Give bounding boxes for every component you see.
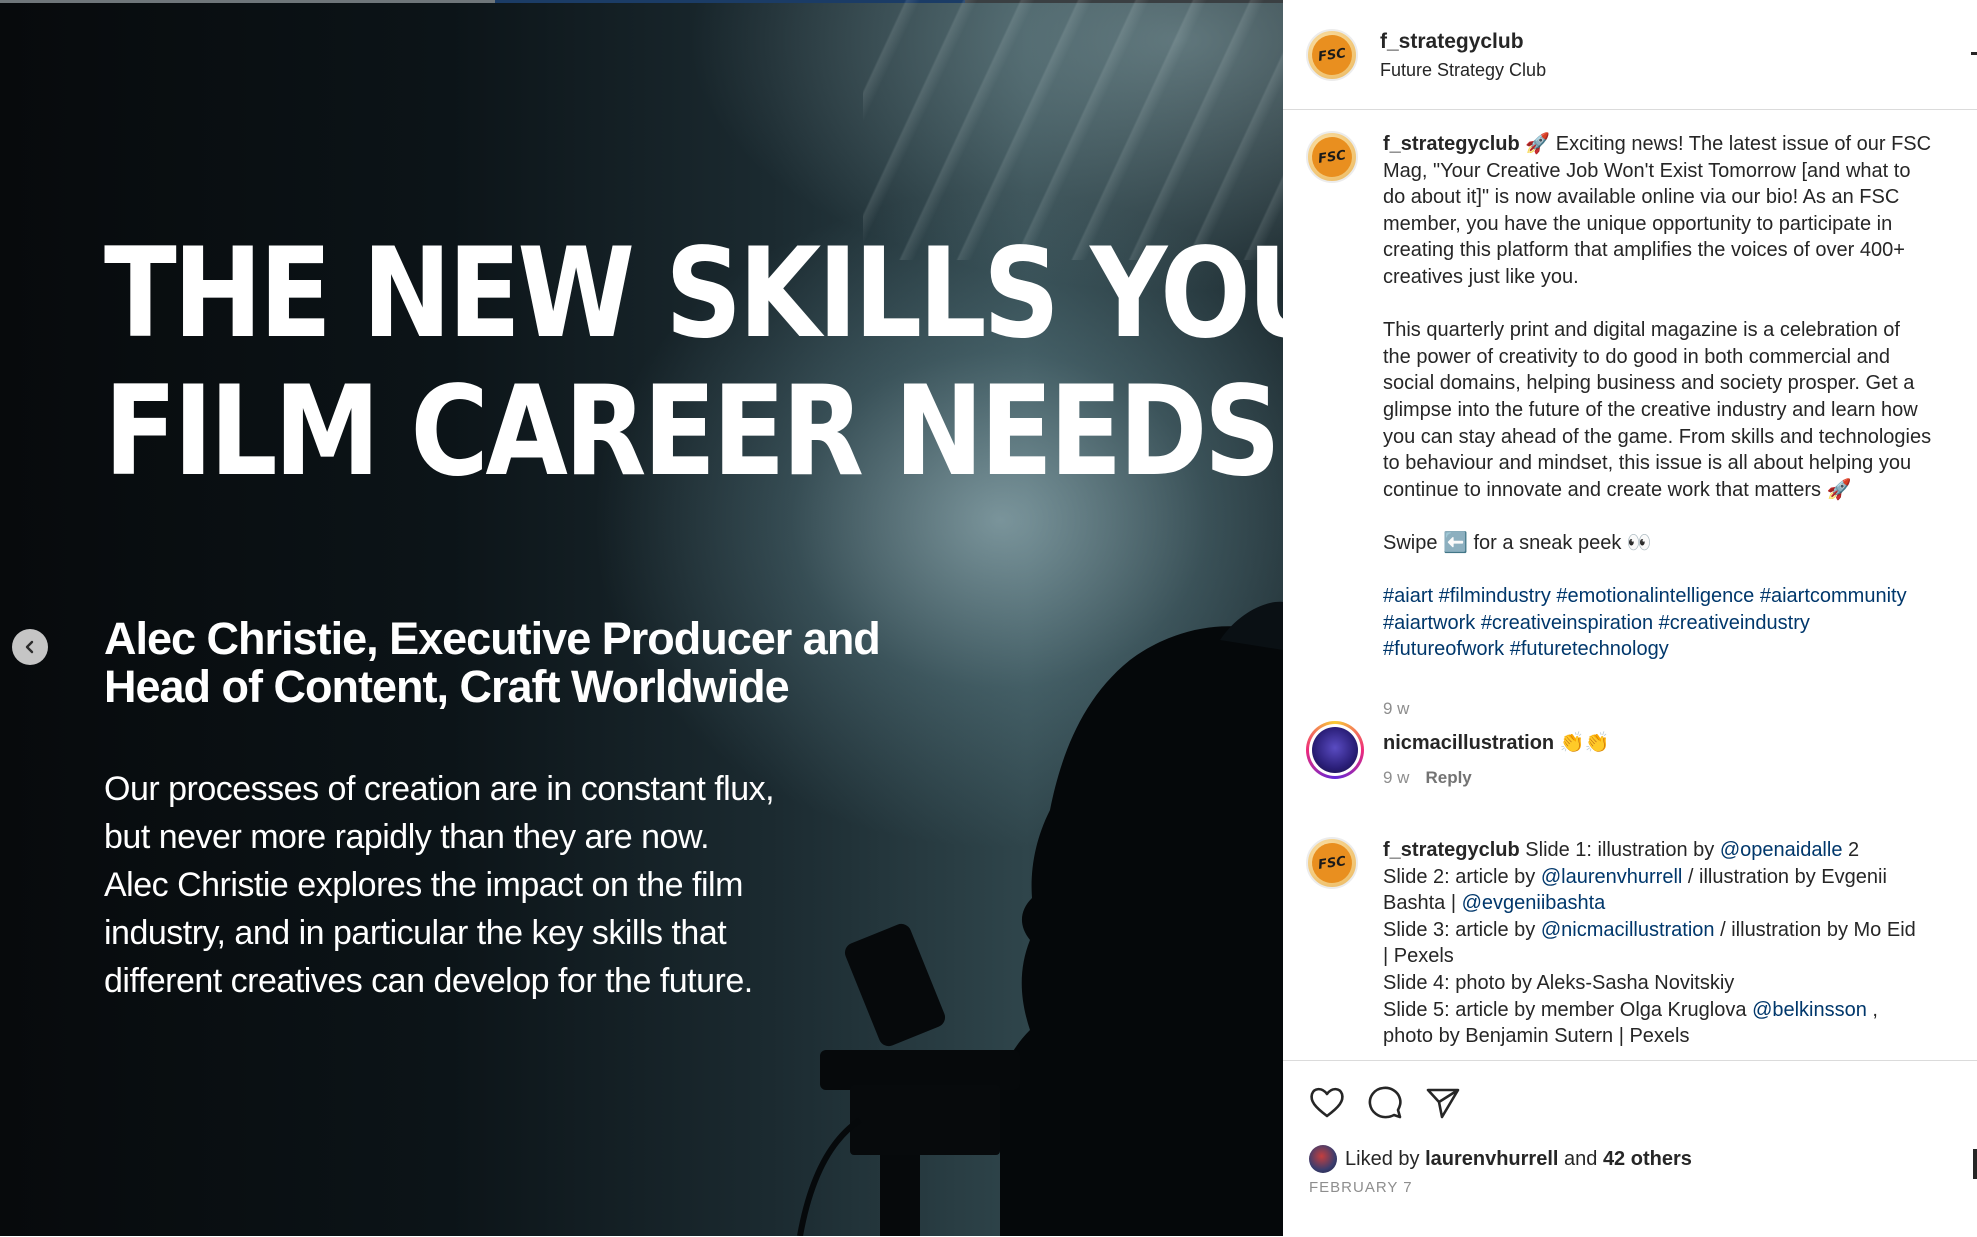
filmmaker-silhouette [797, 601, 1283, 1236]
comment-username[interactable]: f_strategyclub [1383, 839, 1520, 861]
avatar[interactable]: FSC [1306, 29, 1358, 81]
caption-username[interactable]: f_strategyclub [1383, 133, 1520, 155]
avatar-logo-text: FSC [1309, 840, 1355, 886]
caption-line: to behaviour and mindset, this issue is … [1383, 452, 1912, 475]
avatar[interactable] [1309, 1145, 1337, 1173]
mention-link[interactable]: @nicmacillustration [1541, 919, 1715, 941]
actions-bar: Liked by laurenvhurrell and 42 others FE… [1283, 1060, 1977, 1237]
header-subtitle: Future Strategy Club [1380, 60, 1547, 80]
avatar[interactable]: FSC [1306, 837, 1358, 889]
caption-line: 🚀 Exciting news! The latest issue of our… [1525, 133, 1932, 155]
likes-others-link[interactable]: 42 others [1603, 1148, 1692, 1171]
mention-link[interactable]: @belkinsson [1752, 999, 1867, 1021]
more-options-icon[interactable] [1971, 52, 1977, 55]
comment-text-part: , [1866, 998, 1878, 1021]
comment-text-part: Slide 2: article by [1383, 865, 1541, 888]
comment-text-part: / illustration by Evgenii [1682, 865, 1887, 888]
light-beams [863, 0, 1283, 260]
caption-line: social domains, helping business and soc… [1383, 372, 1915, 395]
hashtag-line[interactable]: #aiartwork #creativeinspiration #creativ… [1383, 610, 1973, 637]
post-header: FSC f_strategyclub Future Strategy Club [1283, 0, 1977, 110]
comment-text-part: Slide 5: article by member Olga Kruglova [1383, 998, 1753, 1021]
caption-line: continue to innovate and create work tha… [1383, 478, 1852, 501]
avatar[interactable]: FSC [1306, 131, 1358, 183]
avatar[interactable] [1306, 721, 1364, 779]
avatar-image [1312, 727, 1358, 773]
comment-text-part: Slide 4: photo by Aleks-Sasha Novitskiy [1383, 971, 1735, 994]
comment-text: f_strategyclub Slide 1: illustration by … [1383, 837, 1973, 1050]
caption-line: do about it]" is now available online vi… [1383, 186, 1900, 209]
caption-line: creatives just like you. [1383, 265, 1579, 288]
comment-text-part: Slide 1: illustration by [1525, 839, 1720, 861]
comment-username[interactable]: nicmacillustration [1383, 732, 1554, 754]
scroll-fade [1383, 1048, 1943, 1058]
caption-line: the power of creativity to do good in bo… [1383, 345, 1890, 368]
caption-line: you can stay ahead of the game. From ski… [1383, 425, 1932, 448]
headline-line: FILM CAREER NEEDS [104, 360, 1281, 504]
post-image: THE NEW SKILLS YOUR FILM CAREER NEEDS Al… [0, 0, 1283, 1236]
hashtag-line[interactable]: #aiart #filmindustry #emotionalintellige… [1383, 583, 1973, 610]
caption-line: creating this platform that amplifies th… [1383, 239, 1905, 262]
reply-button[interactable]: Reply [1425, 768, 1471, 787]
avatar-logo-text: FSC [1309, 134, 1355, 180]
comment-text-part: Bashta | [1383, 892, 1462, 915]
header-username[interactable]: f_strategyclub [1380, 30, 1524, 54]
mention-link[interactable]: @laurenvhurrell [1541, 866, 1682, 888]
comments-list[interactable]: FSC f_strategyclub 🚀 Exciting news! The … [1283, 110, 1977, 1058]
caption-line: glimpse into the future of the creative … [1383, 398, 1918, 421]
comment-time: 9 w [1383, 768, 1410, 787]
caption-swipe-line: Swipe ⬅️ for a sneak peek 👀 [1383, 531, 1652, 554]
heart-icon[interactable] [1307, 1083, 1347, 1123]
comment-text-part: Slide 3: article by [1383, 918, 1541, 941]
caption-text: f_strategyclub 🚀 Exciting news! The late… [1383, 131, 1973, 663]
comment-text-part: 2 [1842, 839, 1860, 861]
post-side-panel: FSC f_strategyclub Future Strategy Club … [1283, 0, 1977, 1237]
comment-body: 👏👏 [1559, 732, 1610, 754]
likes-summary: Liked by laurenvhurrell and 42 others [1309, 1145, 1692, 1173]
likes-and: and [1558, 1147, 1603, 1170]
caption-line: This quarterly print and digital magazin… [1383, 319, 1900, 342]
avatar-logo-text: FSC [1309, 32, 1355, 78]
chevron-left-icon [25, 640, 34, 654]
mention-link[interactable]: @openaidalle [1720, 839, 1843, 861]
likes-prefix: Liked by [1345, 1147, 1426, 1170]
comment-meta: 9 w Reply [1383, 768, 1472, 788]
post-date: FEBRUARY 7 [1309, 1179, 1413, 1196]
comment-text-part: | Pexels [1383, 945, 1454, 968]
liker-username[interactable]: laurenvhurrell [1425, 1148, 1558, 1171]
mention-link[interactable]: @evgeniibashta [1462, 892, 1606, 914]
comment-icon[interactable] [1365, 1083, 1405, 1123]
caption-line: Mag, "Your Creative Job Won't Exist Tomo… [1383, 159, 1911, 182]
comment-text-part: / illustration by Mo Eid [1714, 918, 1916, 941]
comment-text-part: photo by Benjamin Sutern | Pexels [1383, 1025, 1690, 1048]
caption-line: member, you have the unique opportunity … [1383, 212, 1893, 235]
caption-time: 9 w [1383, 699, 1410, 718]
comment-text: nicmacillustration 👏👏 [1383, 730, 1973, 757]
previous-slide-button[interactable] [12, 629, 48, 665]
headline-line: THE NEW SKILLS YOUR [104, 222, 1283, 366]
hashtag-line[interactable]: #futureofwork #futuretechnology [1383, 636, 1973, 663]
share-icon[interactable] [1423, 1083, 1463, 1123]
post-headline: THE NEW SKILLS YOUR FILM CAREER NEEDS [104, 225, 1283, 501]
panel-edge-mark [1973, 1149, 1977, 1179]
